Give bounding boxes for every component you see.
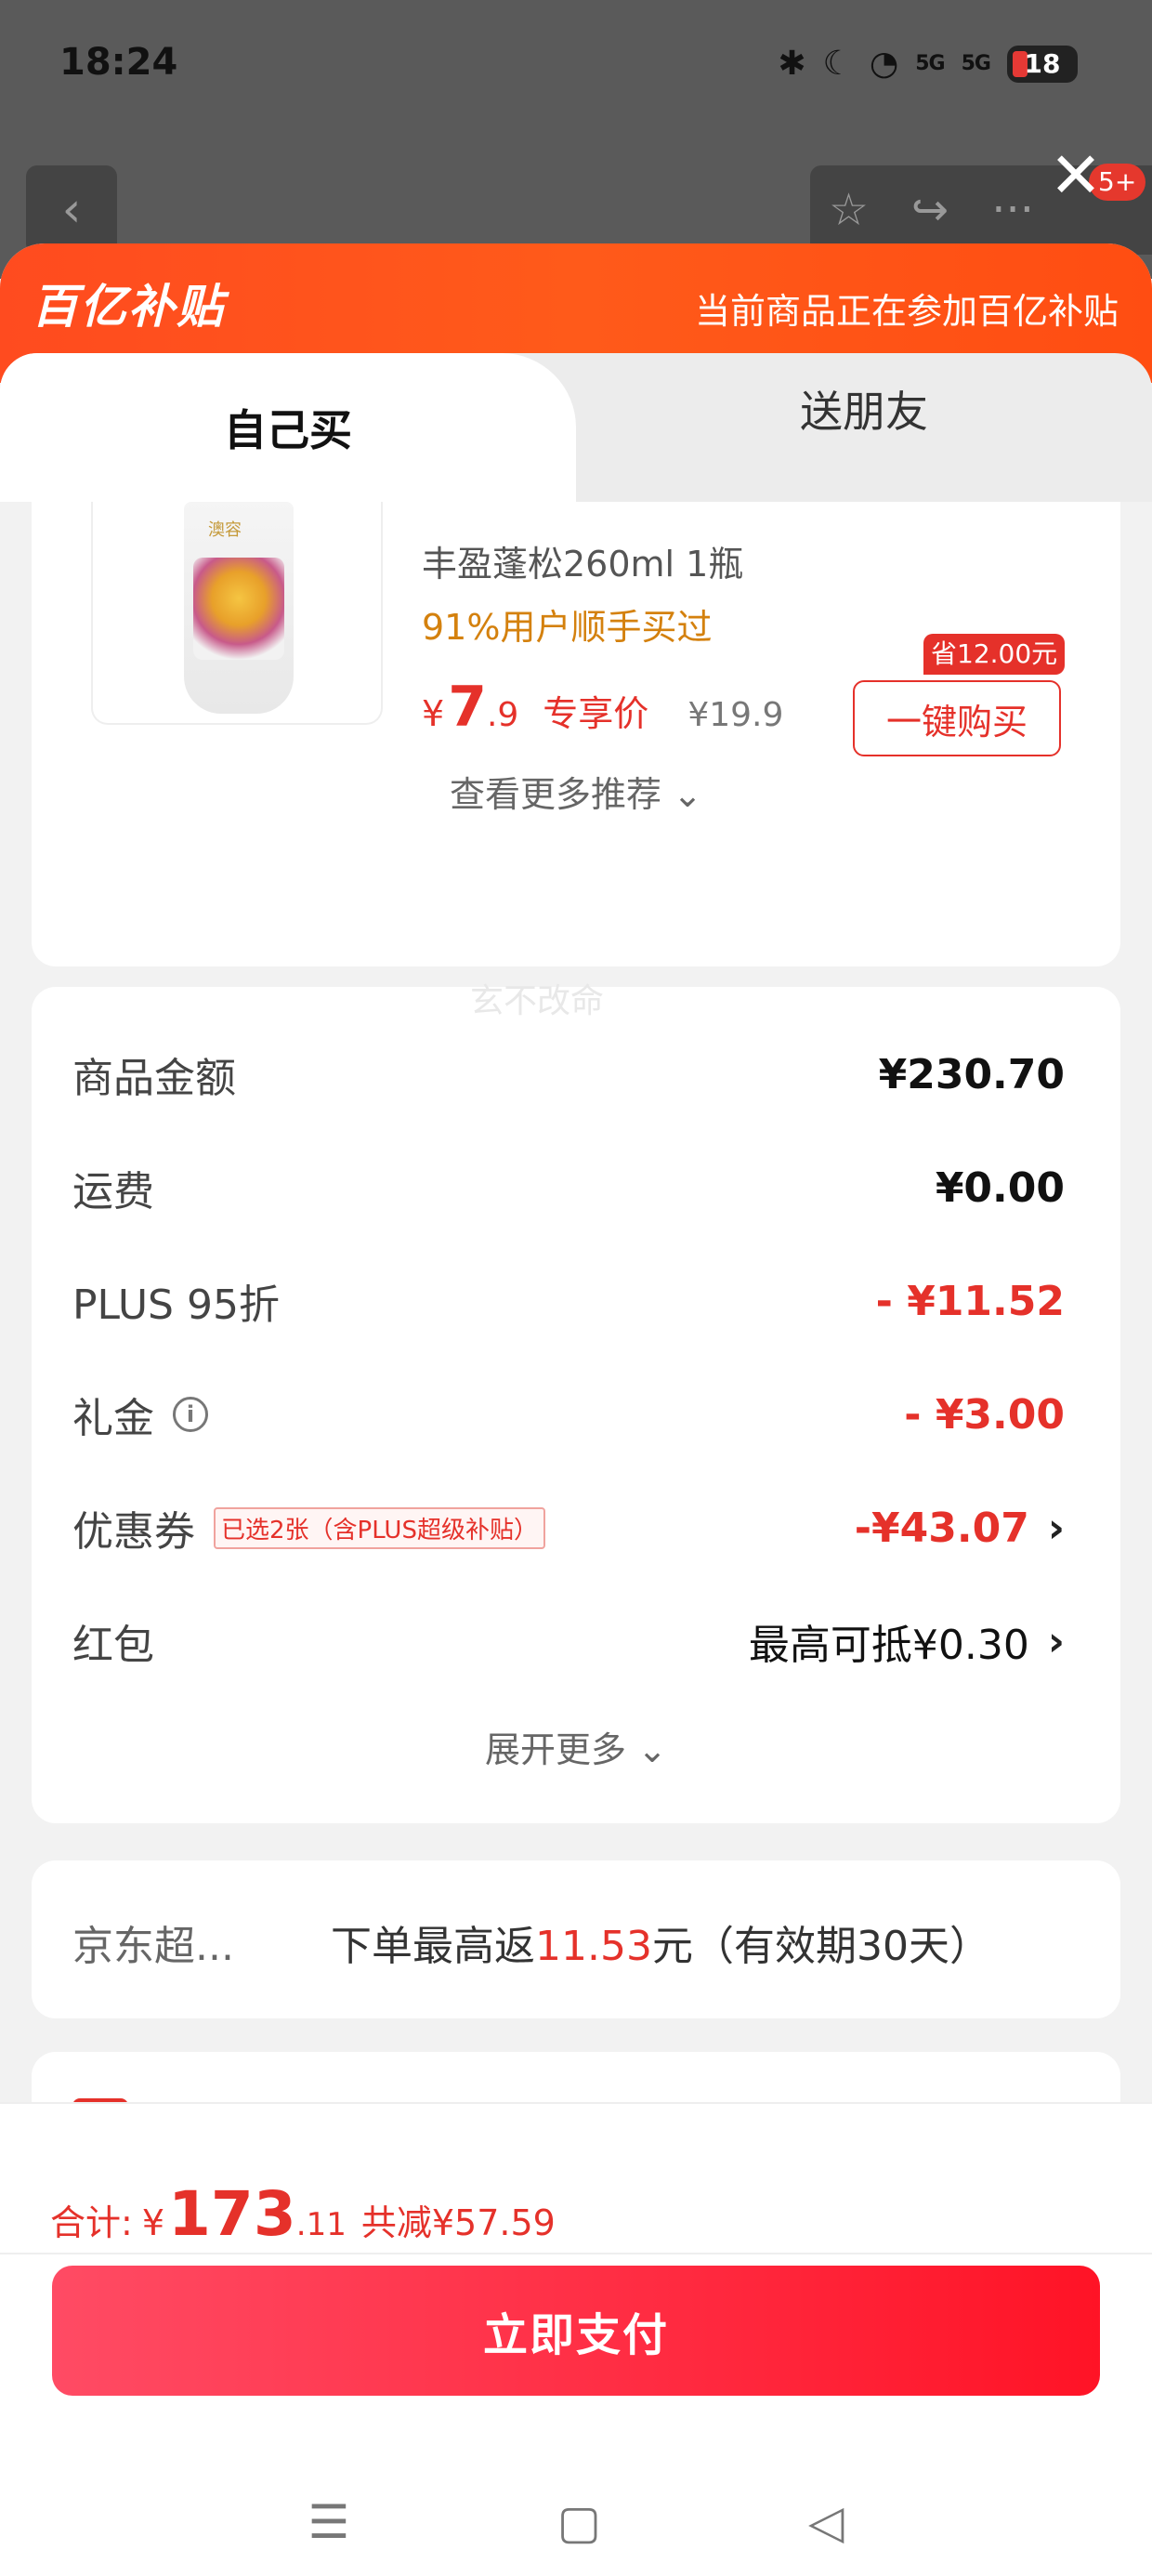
order-summary-card: 商品金额 ¥230.70 运费 ¥0.00 PLUS 95折 - ¥11.52 … (32, 987, 1120, 1823)
expand-more-link[interactable]: 展开更多 ⌄ (32, 1721, 1120, 1772)
back-nav-icon[interactable]: ◁ (808, 2495, 844, 2549)
price-decimal: .9 (486, 696, 519, 734)
home-icon[interactable]: ▢ (557, 2495, 601, 2549)
product-image[interactable]: 澳容 (91, 502, 383, 725)
summary-value: 最高可抵¥0.30 (748, 1622, 1029, 1669)
status-icons: ✱ ☾ ◔ 5G 5G 18 (778, 45, 1078, 83)
cashback-text-after: 元（有效期30天） (651, 1923, 990, 1970)
share-icon[interactable]: ↪ (911, 184, 949, 236)
summary-value-group: -¥43.07 › (855, 1505, 1065, 1552)
wifi-icon: ◔ (869, 45, 899, 83)
subsidy-logo: 百亿补贴 (32, 280, 225, 334)
total-decimal: .11 (295, 2206, 347, 2243)
moon-icon: ☾ (822, 45, 853, 83)
cashback-text: 下单最高返11.53元（有效期30天） (331, 1912, 990, 1972)
summary-label: 优惠券 (72, 1508, 195, 1556)
summary-label: PLUS 95折 (72, 1281, 280, 1329)
summary-value: ¥230.70 (878, 1050, 1065, 1098)
back-button[interactable]: ‹ (26, 165, 117, 255)
product-title: 丰盈蓬松260ml 1瓶 (422, 544, 744, 585)
purchase-tabs: 送朋友 自己买 (0, 353, 1152, 502)
5g-signal-icon: 5G (915, 52, 945, 75)
summary-row-shipping: 运费 ¥0.00 (72, 1150, 1065, 1225)
cashback-amount: 11.53 (535, 1923, 652, 1970)
status-time: 18:24 (59, 41, 178, 84)
summary-value: - ¥3.00 (904, 1390, 1065, 1439)
product-users-note: 91%用户顺手买过 (422, 607, 713, 648)
total-discount: 共减¥57.59 (360, 2202, 556, 2243)
save-badge: 省12.00元 (923, 634, 1066, 675)
cashback-card: 京东超... 下单最高返11.53元（有效期30天） (32, 1860, 1120, 2018)
more-recommend-link[interactable]: 查看更多推荐 ⌄ (32, 766, 1120, 817)
summary-value: -¥43.07 (854, 1504, 1029, 1552)
price-tag: 专享价 (543, 693, 649, 734)
recommend-card: 澳容 丰盈蓬松260ml 1瓶 91%用户顺手买过 ¥ 7 .9 专享价 ¥19… (32, 502, 1120, 966)
pay-now-button[interactable]: 立即支付 (52, 2266, 1100, 2396)
product-price: ¥ 7 .9 专享价 ¥19.9 (422, 675, 783, 740)
price-integer: 7 (448, 675, 487, 740)
summary-label-group: 礼金 i (72, 1385, 208, 1444)
total-currency: ¥ (141, 2202, 164, 2243)
summary-row-plus-discount: PLUS 95折 - ¥11.52 (72, 1264, 1065, 1338)
summary-label: 商品金额 (72, 1055, 236, 1102)
summary-label: 红包 (72, 1622, 154, 1669)
system-nav-bar: ☰ ▢ ◁ (0, 2476, 1152, 2569)
total-amount: 合计: ¥ 173 .11 共减¥57.59 (50, 2178, 556, 2250)
watermark: 玄不改命 (470, 982, 605, 1020)
bottle-brand: 澳容 (208, 520, 242, 540)
summary-value: ¥0.00 (935, 1163, 1065, 1212)
more-icon[interactable]: ··· (991, 184, 1034, 236)
footer-divider (0, 2253, 1152, 2254)
tab-gift[interactable]: 送朋友 (576, 353, 1152, 465)
menu-icon[interactable]: ☰ (308, 2495, 350, 2549)
summary-row-goods: 商品金额 ¥230.70 (72, 1037, 1065, 1111)
chevron-right-icon: › (1047, 1617, 1065, 1665)
summary-label: 运费 (72, 1168, 154, 1216)
subsidy-banner-text: 当前商品正在参加百亿补贴 (694, 291, 1119, 332)
coupon-selected-tag: 已选2张（含PLUS超级补贴） (214, 1506, 545, 1549)
summary-label-group: 优惠券 已选2张（含PLUS超级补贴） (72, 1498, 545, 1557)
tab-self-buy[interactable]: 自己买 (0, 353, 576, 502)
price-currency: ¥ (422, 693, 445, 734)
one-click-buy-button[interactable]: 一键购买 (853, 680, 1061, 756)
summary-label: 礼金 (72, 1395, 154, 1442)
back-icon: ‹ (61, 182, 82, 238)
summary-row-coupon[interactable]: 优惠券 已选2张（含PLUS超级补贴） -¥43.07 › (72, 1491, 1065, 1565)
checkout-footer: 合计: ¥ 173 .11 共减¥57.59 立即支付 ☰ ▢ ◁ (0, 2102, 1152, 2576)
status-bar: 18:24 ✱ ☾ ◔ 5G 5G 18 (0, 0, 1152, 139)
summary-row-gift-money: 礼金 i - ¥3.00 (72, 1377, 1065, 1452)
original-price: ¥19.9 (687, 696, 784, 734)
battery-icon: 18 (1007, 45, 1078, 83)
5g-signal-icon: 5G (961, 52, 991, 75)
cashback-label: 京东超... (72, 1923, 234, 1970)
total-integer: 173 (168, 2178, 296, 2250)
chevron-right-icon: › (1047, 1504, 1065, 1552)
total-label: 合计: (50, 2202, 133, 2243)
bottle-label (193, 558, 284, 660)
info-icon[interactable]: i (173, 1397, 208, 1432)
star-icon[interactable]: ☆ (829, 184, 869, 236)
summary-row-red-packet[interactable]: 红包 最高可抵¥0.30 › (72, 1604, 1065, 1678)
close-icon[interactable]: ✕ (1048, 145, 1104, 208)
bluetooth-icon: ✱ (778, 45, 806, 83)
summary-value-group: 最高可抵¥0.30 › (749, 1611, 1065, 1671)
bottle-picture: 澳容 (184, 502, 294, 714)
summary-value: - ¥11.52 (875, 1277, 1065, 1325)
cashback-text-before: 下单最高返 (331, 1923, 535, 1970)
battery-level: 18 (1024, 48, 1061, 79)
